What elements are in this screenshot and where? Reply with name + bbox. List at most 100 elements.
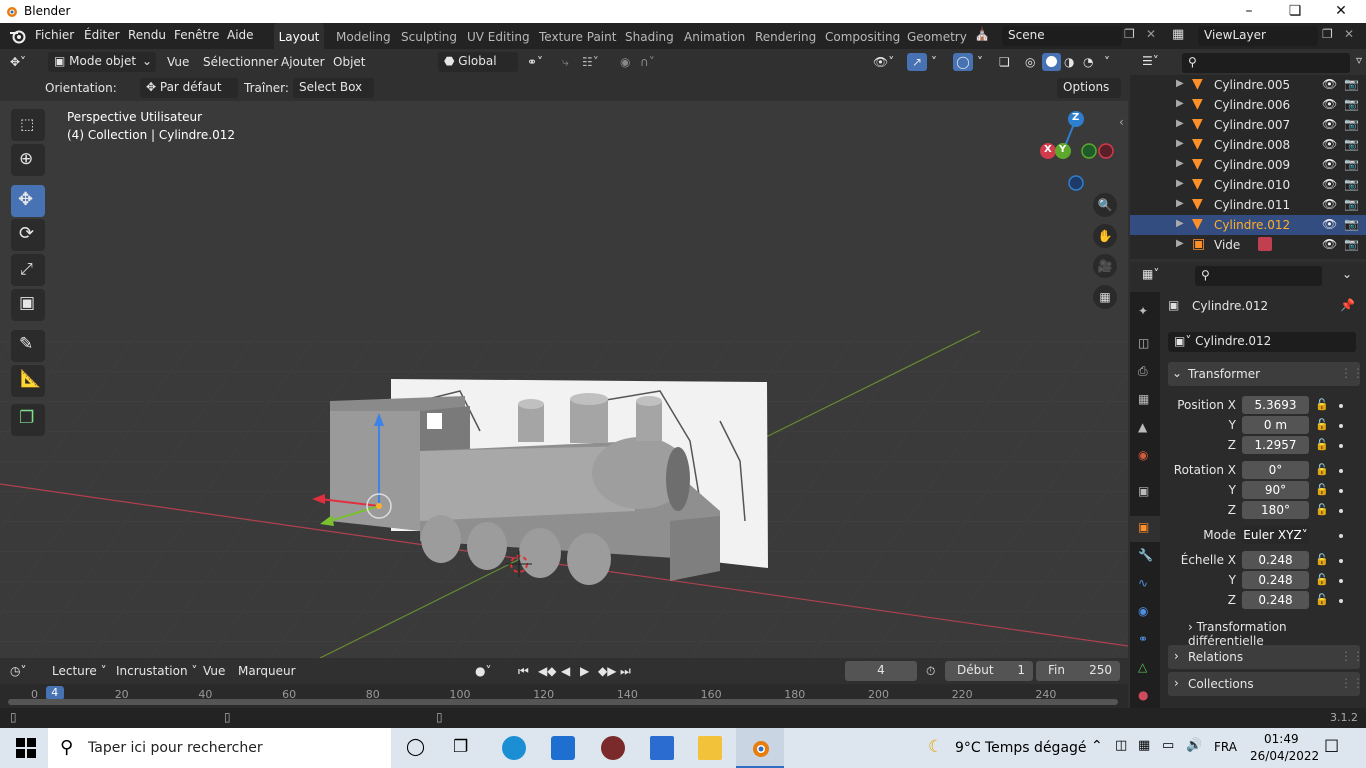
keyframe-dot[interactable] bbox=[1339, 509, 1343, 513]
tab-animation[interactable]: Animation bbox=[684, 23, 745, 49]
scale-y-field[interactable]: 0.248 bbox=[1242, 571, 1309, 589]
outliner-row[interactable]: ▶ ▼ Cylindre.011 👁 📷 bbox=[1130, 195, 1366, 215]
eye-icon[interactable]: 👁 bbox=[1322, 217, 1337, 231]
blender-menu-icon[interactable] bbox=[9, 28, 27, 44]
scene-field[interactable]: Scene bbox=[1002, 26, 1122, 46]
lock-icon[interactable]: 🔓 bbox=[1315, 573, 1329, 587]
camera-icon[interactable]: 📷 bbox=[1344, 97, 1359, 111]
menu-file[interactable]: Fichier bbox=[35, 28, 74, 42]
tray-volume-icon[interactable]: 🔊 bbox=[1186, 738, 1202, 753]
sidebar-toggle-icon[interactable]: ‹ bbox=[1119, 115, 1124, 129]
minimize-button[interactable]: – bbox=[1226, 0, 1272, 23]
transform-tool[interactable]: ▣ bbox=[11, 289, 45, 321]
expand-arrow-icon[interactable]: ▶ bbox=[1176, 178, 1184, 189]
lock-icon[interactable]: 🔓 bbox=[1315, 463, 1329, 477]
eye-icon[interactable]: 👁 bbox=[1322, 237, 1337, 251]
ortho-grid-icon[interactable]: ▦ bbox=[1093, 285, 1117, 309]
expand-arrow-icon[interactable]: ▶ bbox=[1176, 238, 1184, 249]
tab-layout[interactable]: Layout bbox=[274, 23, 324, 49]
timeline-view-menu[interactable]: Vue bbox=[203, 661, 225, 681]
drag-dropdown[interactable]: Select Box bbox=[293, 78, 374, 98]
position-z-field[interactable]: 1.2957 bbox=[1242, 436, 1309, 454]
menu-window[interactable]: Fenêtre bbox=[174, 28, 219, 42]
drag-handle-icon[interactable]: ⋮⋮ bbox=[1340, 366, 1364, 380]
keyframe-dot[interactable] bbox=[1339, 469, 1343, 473]
annotate-tool[interactable]: ✎ bbox=[11, 330, 45, 362]
visibility-icon[interactable]: 👁˅ bbox=[873, 52, 894, 72]
camera-view-icon[interactable]: 🎥 bbox=[1093, 254, 1117, 278]
media-app-icon[interactable] bbox=[601, 736, 625, 760]
object-tab-icon[interactable]: ▣ bbox=[1138, 520, 1149, 534]
windows-start-icon[interactable] bbox=[14, 736, 38, 760]
record-icon[interactable]: ●˅ bbox=[475, 661, 491, 681]
menu-object[interactable]: Objet bbox=[333, 52, 365, 72]
drag-handle-icon[interactable]: ⋮⋮ bbox=[1340, 649, 1364, 663]
particles-tab-icon[interactable]: ∿ bbox=[1138, 576, 1148, 590]
gizmo-dropdown-icon[interactable]: ˅ bbox=[931, 52, 937, 72]
lock-icon[interactable]: 🔓 bbox=[1315, 418, 1329, 432]
delta-transform-subpanel[interactable]: › Transformation différentielle bbox=[1188, 620, 1360, 648]
delete-scene-icon[interactable]: ✕ bbox=[1146, 27, 1156, 41]
outliner-search-input[interactable]: ⚲ bbox=[1182, 53, 1350, 73]
camera-icon[interactable]: 📷 bbox=[1344, 137, 1359, 151]
outliner-editor-icon[interactable]: ☰˅ bbox=[1142, 54, 1159, 68]
lock-icon[interactable]: 🔓 bbox=[1315, 503, 1329, 517]
blender-taskbar-button[interactable] bbox=[736, 728, 784, 768]
output-tab-icon[interactable]: ⎙ bbox=[1138, 364, 1148, 379]
keyframe-dot[interactable] bbox=[1339, 489, 1343, 493]
properties-search-input[interactable]: ⚲ bbox=[1195, 266, 1322, 286]
outliner-row[interactable]: ▶ ▣ Vide 👁 📷 bbox=[1130, 235, 1366, 255]
rotation-z-field[interactable]: 180° bbox=[1242, 501, 1309, 519]
render-tab-icon[interactable]: ◫ bbox=[1138, 336, 1149, 350]
outliner-row[interactable]: ▶ ▼ Cylindre.005 👁 📷 bbox=[1130, 75, 1366, 95]
eye-icon[interactable]: 👁 bbox=[1322, 197, 1337, 211]
play-reverse-icon[interactable]: ◀ bbox=[561, 661, 570, 681]
stopwatch-icon[interactable]: ⏱ bbox=[926, 661, 935, 681]
snap-icon[interactable]: ⤷ bbox=[562, 52, 569, 72]
camera-icon[interactable]: 📷 bbox=[1344, 237, 1359, 251]
gizmo-toggle-icon[interactable]: ↗ bbox=[907, 53, 927, 71]
keyframe-dot[interactable] bbox=[1339, 579, 1343, 583]
edge-browser-icon[interactable] bbox=[502, 736, 526, 760]
expand-arrow-icon[interactable]: ▶ bbox=[1176, 158, 1184, 169]
lock-icon[interactable]: 🔓 bbox=[1315, 553, 1329, 567]
eye-icon[interactable]: 👁 bbox=[1322, 97, 1337, 111]
world-tab-icon[interactable]: ◉ bbox=[1138, 448, 1148, 462]
pivot-icon[interactable]: ⚭˅ bbox=[527, 52, 543, 72]
editor-type-icon[interactable]: ✥˅ bbox=[10, 52, 26, 72]
menu-select[interactable]: Sélectionner bbox=[203, 52, 278, 72]
cursor-tool[interactable]: ⊕ bbox=[11, 144, 45, 176]
tab-compositing[interactable]: Compositing bbox=[825, 23, 900, 49]
object-name-field[interactable]: ▣˅ Cylindre.012 bbox=[1168, 332, 1356, 352]
position-x-field[interactable]: 5.3693 bbox=[1242, 396, 1309, 414]
lock-icon[interactable]: 🔓 bbox=[1315, 593, 1329, 607]
outliner-row[interactable]: ▶ ▼ Cylindre.010 👁 📷 bbox=[1130, 175, 1366, 195]
weather-desc[interactable]: Temps dégagé bbox=[985, 740, 1087, 756]
expand-arrow-icon[interactable]: ▶ bbox=[1176, 198, 1184, 209]
playback-menu[interactable]: Lecture ˅ bbox=[52, 661, 107, 681]
camera-icon[interactable]: 📷 bbox=[1344, 117, 1359, 131]
expand-arrow-icon[interactable]: ▶ bbox=[1176, 138, 1184, 149]
rotation-y-field[interactable]: 90° bbox=[1242, 481, 1309, 499]
weather-moon-icon[interactable]: ☾ bbox=[928, 737, 943, 757]
menu-add[interactable]: Ajouter bbox=[281, 52, 325, 72]
measure-tool[interactable]: 📐 bbox=[11, 365, 45, 397]
drag-handle-icon[interactable]: ⋮⋮ bbox=[1340, 676, 1364, 690]
collections-panel-header[interactable]: › Collections ⋮⋮ bbox=[1168, 672, 1364, 696]
camera-icon[interactable]: 📷 bbox=[1344, 197, 1359, 211]
keyframe-dot[interactable] bbox=[1339, 444, 1343, 448]
position-y-field[interactable]: 0 m bbox=[1242, 416, 1309, 434]
file-explorer-icon[interactable] bbox=[698, 736, 722, 760]
modifier-tab-icon[interactable]: 🔧 bbox=[1138, 548, 1153, 562]
rotation-x-field[interactable]: 0° bbox=[1242, 461, 1309, 479]
close-window-button[interactable]: ✕ bbox=[1318, 0, 1364, 23]
prev-keyframe-icon[interactable]: ◀◆ bbox=[538, 661, 556, 681]
clock-date[interactable]: 26/04/2022 bbox=[1250, 749, 1319, 763]
keyframe-dot[interactable] bbox=[1339, 424, 1343, 428]
taskbar-search-box[interactable]: ⚲ Taper ici pour rechercher bbox=[48, 728, 391, 768]
lock-icon[interactable]: 🔓 bbox=[1315, 438, 1329, 452]
tray-network-icon[interactable]: ◫ bbox=[1115, 738, 1127, 753]
task-view-icon[interactable]: ❐ bbox=[453, 737, 468, 757]
material-tab-icon[interactable]: ● bbox=[1138, 688, 1148, 702]
viewport-scene[interactable] bbox=[0, 101, 1128, 658]
